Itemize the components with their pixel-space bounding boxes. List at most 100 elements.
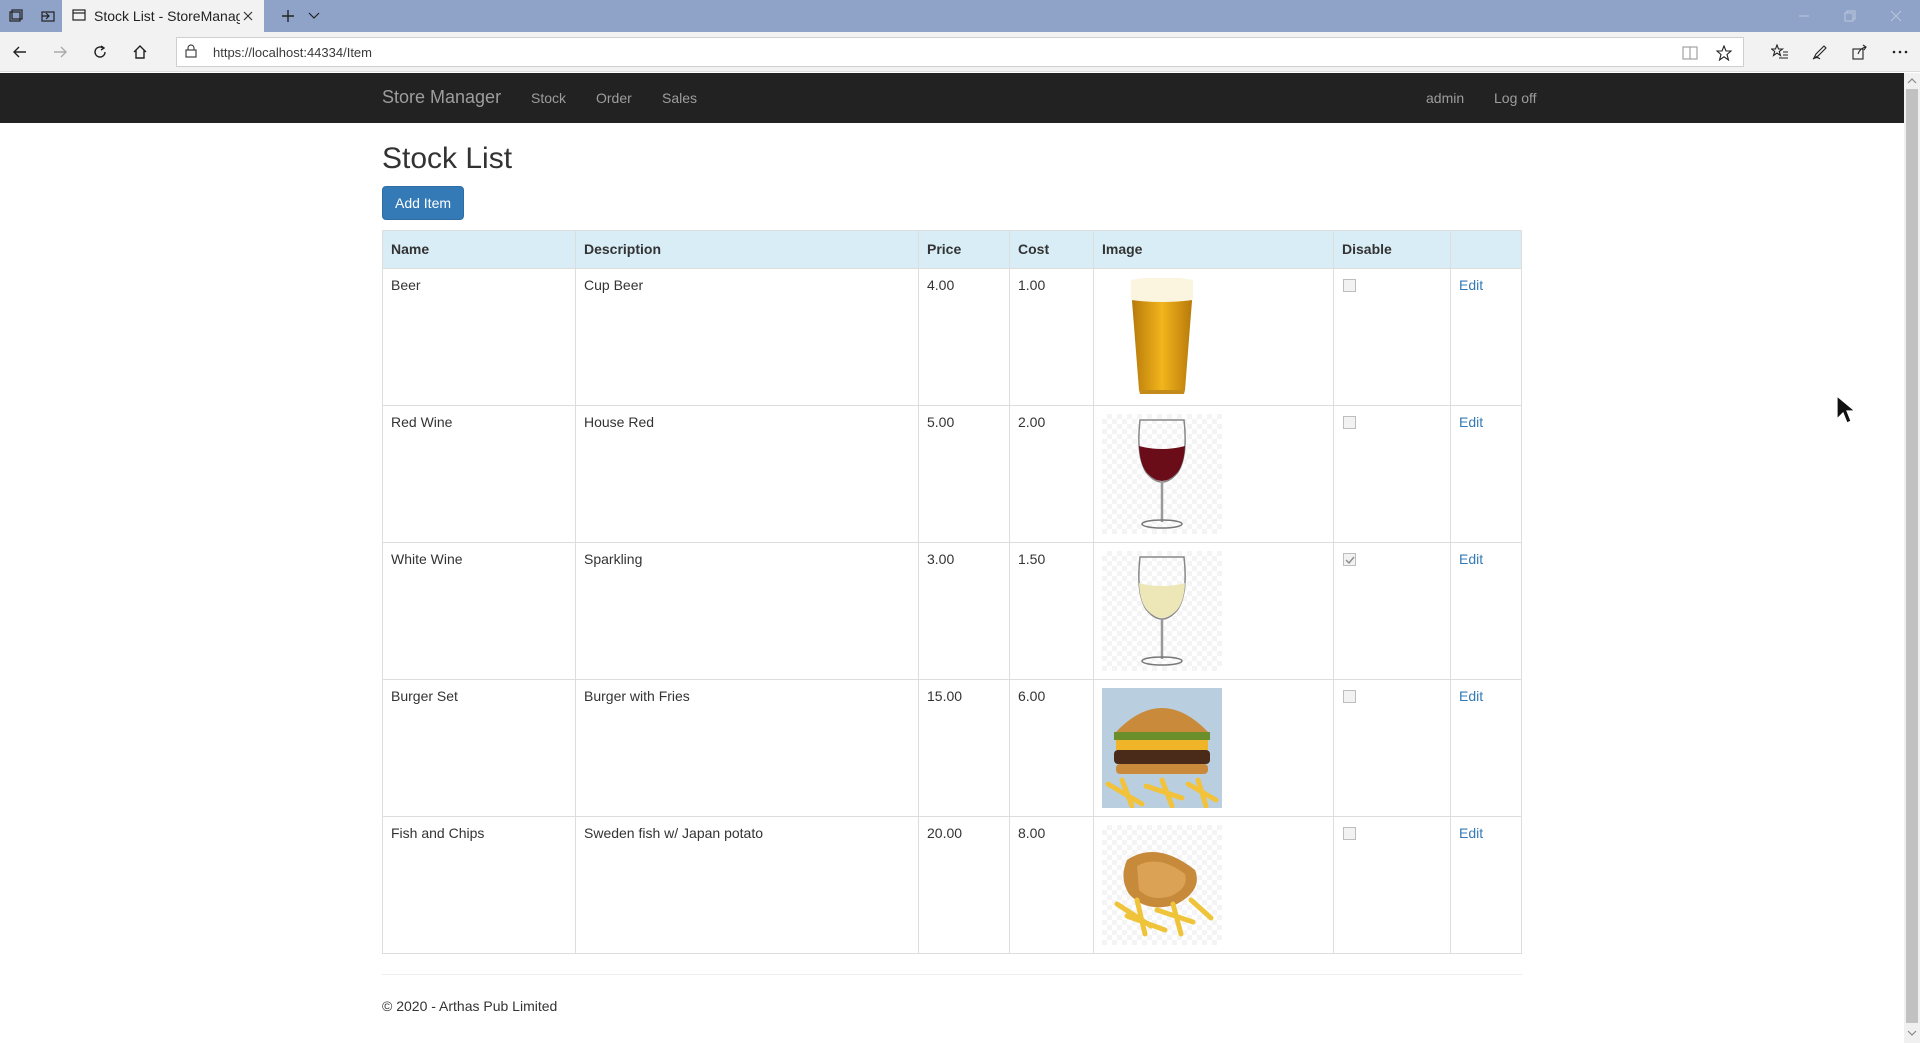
item-cost: 2.00 xyxy=(1009,405,1094,543)
item-name: Beer xyxy=(382,268,576,406)
pen-icon[interactable] xyxy=(1808,40,1832,64)
item-description: Sweden fish w/ Japan potato xyxy=(575,816,919,954)
minimize-icon[interactable] xyxy=(1792,4,1816,28)
disable-cell xyxy=(1333,268,1451,406)
favorite-star-icon[interactable] xyxy=(1713,42,1735,64)
table-row: Fish and Chips Sweden fish w/ Japan pota… xyxy=(382,816,1522,954)
table-row: Red Wine House Red 5.00 2.00 Edit xyxy=(382,405,1522,543)
home-icon[interactable] xyxy=(128,40,152,64)
column-header-disable: Disable xyxy=(1333,230,1451,269)
column-header-price: Price xyxy=(918,230,1010,269)
item-name: Red Wine xyxy=(382,405,576,543)
column-header-image: Image xyxy=(1093,230,1334,269)
tab-stock-list[interactable]: Stock List - StoreManag xyxy=(62,0,264,32)
user-link[interactable]: admin xyxy=(1426,90,1464,106)
table-header-row: Name Description Price Cost Image Disabl… xyxy=(382,230,1522,269)
tab-list-chevron-icon[interactable] xyxy=(304,6,324,26)
nav-link-order[interactable]: Order xyxy=(596,90,632,106)
new-tab-icon[interactable] xyxy=(278,6,298,26)
stock-table: Name Description Price Cost Image Disabl… xyxy=(382,230,1522,954)
more-options-icon[interactable] xyxy=(1888,40,1912,64)
item-price: 5.00 xyxy=(918,405,1010,543)
table-row: Burger Set Burger with Fries 15.00 6.00 xyxy=(382,679,1522,817)
column-header-description: Description xyxy=(575,230,919,269)
favorites-hub-icon[interactable] xyxy=(1768,40,1792,64)
item-name: Burger Set xyxy=(382,679,576,817)
back-icon[interactable] xyxy=(8,40,32,64)
forward-icon[interactable] xyxy=(48,40,72,64)
disable-cell xyxy=(1333,542,1451,680)
address-toolbar: https://localhost:44334/Item xyxy=(0,32,1920,72)
tab-title: Stock List - StoreManag xyxy=(94,8,240,24)
tab-manager-icon[interactable] xyxy=(6,6,26,26)
scroll-down-icon[interactable] xyxy=(1907,1028,1917,1038)
edit-link[interactable]: Edit xyxy=(1459,277,1483,293)
reading-view-icon[interactable] xyxy=(1679,42,1701,64)
disable-checkbox[interactable] xyxy=(1343,416,1356,429)
item-cost: 1.00 xyxy=(1009,268,1094,406)
lock-icon xyxy=(185,44,197,63)
disable-cell xyxy=(1333,816,1451,954)
table-row: Beer Cup Beer 4.00 1.00 Edit xyxy=(382,268,1522,406)
item-name: Fish and Chips xyxy=(382,816,576,954)
disable-checkbox[interactable] xyxy=(1343,690,1356,703)
item-image-cell xyxy=(1093,405,1334,543)
fish-and-chips-image xyxy=(1102,825,1222,945)
column-header-name: Name xyxy=(382,230,576,269)
edit-link[interactable]: Edit xyxy=(1459,688,1483,704)
browser-tab-strip: Stock List - StoreManag xyxy=(0,0,1920,32)
item-price: 4.00 xyxy=(918,268,1010,406)
logoff-link[interactable]: Log off xyxy=(1494,90,1537,106)
disable-cell xyxy=(1333,405,1451,543)
refresh-icon[interactable] xyxy=(88,40,112,64)
restore-icon[interactable] xyxy=(1838,4,1862,28)
item-image-cell xyxy=(1093,816,1334,954)
item-description: Cup Beer xyxy=(575,268,919,406)
footer-divider xyxy=(382,974,1522,975)
column-header-cost: Cost xyxy=(1009,230,1094,269)
item-cost: 8.00 xyxy=(1009,816,1094,954)
burger-with-fries-image xyxy=(1102,688,1222,808)
item-price: 3.00 xyxy=(918,542,1010,680)
site-navbar: Store Manager Stock Order Sales admin Lo… xyxy=(0,73,1904,123)
item-image-cell xyxy=(1093,542,1334,680)
close-window-icon[interactable] xyxy=(1884,4,1908,28)
share-icon[interactable] xyxy=(1848,40,1872,64)
page-icon xyxy=(72,8,86,25)
nav-link-stock[interactable]: Stock xyxy=(531,90,566,106)
item-image-cell xyxy=(1093,268,1334,406)
scroll-thumb[interactable] xyxy=(1906,89,1918,1023)
disable-checkbox[interactable] xyxy=(1343,553,1356,566)
edit-link[interactable]: Edit xyxy=(1459,825,1483,841)
page-scrollbar[interactable] xyxy=(1904,73,1920,1043)
mouse-cursor-icon xyxy=(1836,394,1857,430)
item-cost: 1.50 xyxy=(1009,542,1094,680)
disable-checkbox[interactable] xyxy=(1343,827,1356,840)
action-cell: Edit xyxy=(1450,816,1522,954)
white-wine-glass-image xyxy=(1102,551,1222,671)
page-title: Stock List xyxy=(382,142,513,175)
action-cell: Edit xyxy=(1450,268,1522,406)
close-tab-icon[interactable] xyxy=(238,6,258,26)
disable-cell xyxy=(1333,679,1451,817)
action-cell: Edit xyxy=(1450,542,1522,680)
address-bar[interactable]: https://localhost:44334/Item xyxy=(176,37,1744,67)
set-aside-tabs-icon[interactable] xyxy=(38,6,58,26)
footer-copyright: © 2020 - Arthas Pub Limited xyxy=(382,998,558,1014)
column-header-actions xyxy=(1450,230,1522,269)
edit-link[interactable]: Edit xyxy=(1459,551,1483,567)
add-item-button[interactable]: Add Item xyxy=(382,186,464,220)
scroll-up-icon[interactable] xyxy=(1907,76,1917,86)
disable-checkbox[interactable] xyxy=(1343,279,1356,292)
action-cell: Edit xyxy=(1450,405,1522,543)
check-mark-icon xyxy=(1345,556,1355,564)
beer-glass-image xyxy=(1102,277,1222,397)
nav-link-sales[interactable]: Sales xyxy=(662,90,697,106)
item-description: House Red xyxy=(575,405,919,543)
brand-link[interactable]: Store Manager xyxy=(382,87,501,108)
item-image-cell xyxy=(1093,679,1334,817)
item-price: 20.00 xyxy=(918,816,1010,954)
table-row: White Wine Sparkling 3.00 1.50 Edit xyxy=(382,542,1522,680)
action-cell: Edit xyxy=(1450,679,1522,817)
edit-link[interactable]: Edit xyxy=(1459,414,1483,430)
